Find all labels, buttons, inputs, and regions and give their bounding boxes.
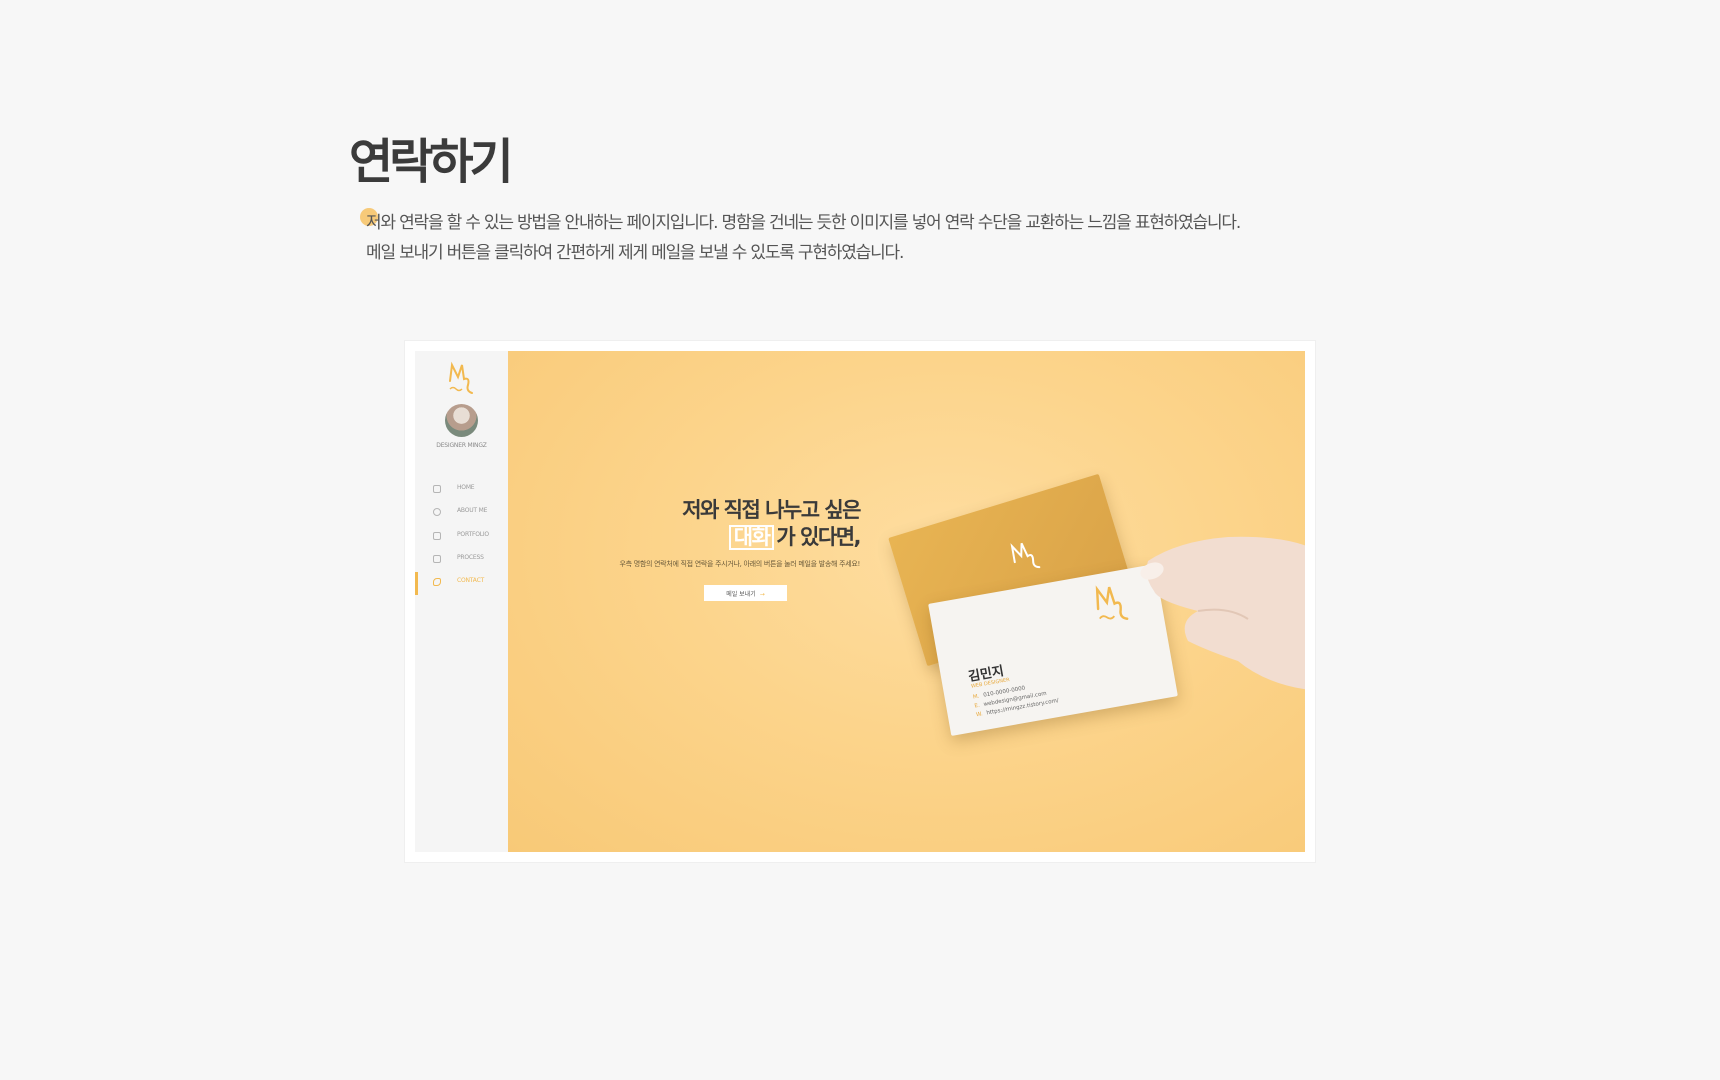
sidebar-item-contact[interactable]: CONTACT	[415, 572, 508, 596]
designer-name: DESIGNER MINGZ	[436, 442, 487, 449]
sidebar-item-home[interactable]: HOME	[415, 479, 508, 502]
sidebar-item-label: HOME	[457, 484, 475, 491]
hand-illustration	[1140, 536, 1305, 690]
sidebar-nav: HOME ABOUT ME PORTFOLIO PROCESS CONTACT	[415, 479, 508, 596]
avatar	[445, 404, 478, 437]
sidebar-item-label: PORTFOLIO	[457, 530, 489, 538]
send-mail-button-label: 메일 보내기	[726, 590, 756, 598]
sidebar-item-portfolio[interactable]: PORTFOLIO	[415, 526, 508, 549]
contact-page-screenshot: DESIGNER MINGZ HOME ABOUT ME PORTFOLIO P…	[405, 341, 1315, 862]
hero-heading-line-1: 저와 직접 나누고 싶은	[682, 498, 861, 522]
hero-subtext: 우측 명함의 연락처에 직접 연락을 주시거나, 아래의 버튼을 눌러 메일을 …	[619, 560, 860, 568]
hero-highlight: 대화	[728, 525, 775, 550]
description-line-1: 저와 연락을 할 수 있는 방법을 안내하는 페이지입니다. 명함을 건네는 듯…	[366, 213, 1241, 233]
sidebar-item-about-me[interactable]: ABOUT ME	[415, 502, 508, 525]
send-mail-button[interactable]: 메일 보내기 →	[704, 585, 787, 601]
sidebar-item-label: CONTACT	[457, 577, 485, 585]
folder-icon	[433, 531, 441, 540]
phone-icon	[433, 578, 441, 587]
home-icon	[433, 485, 441, 493]
description-line-2: 메일 보내기 버튼을 클릭하여 간편하게 제게 메일을 보낼 수 있도록 구현하…	[366, 243, 904, 263]
hero-heading-line-2: 대화 가 있다면,	[619, 524, 861, 551]
hero-heading-rest: 가 있다면,	[776, 525, 861, 549]
sidebar-item-label: PROCESS	[457, 553, 484, 561]
sidebar-item-process[interactable]: PROCESS	[415, 549, 508, 572]
sidebar-item-label: ABOUT ME	[457, 507, 488, 515]
arrow-right-icon: →	[759, 590, 765, 598]
sidebar: DESIGNER MINGZ HOME ABOUT ME PORTFOLIO P…	[415, 351, 509, 852]
page-title: 연락하기	[349, 134, 514, 190]
page-description: 저와 연락을 할 수 있는 방법을 안내하는 페이지입니다. 명함을 건네는 듯…	[360, 208, 1266, 268]
contact-hero: 저와 직접 나누고 싶은 대화 가 있다면, 우측 명함의 연락처에 직접 연락을…	[508, 351, 1305, 852]
user-icon	[433, 508, 441, 517]
logo-icon	[449, 361, 473, 394]
card-logo-icon	[1010, 542, 1041, 569]
hero-text: 저와 직접 나누고 싶은 대화 가 있다면, 우측 명함의 연락처에 직접 연락을…	[619, 497, 861, 569]
process-icon	[433, 554, 441, 563]
